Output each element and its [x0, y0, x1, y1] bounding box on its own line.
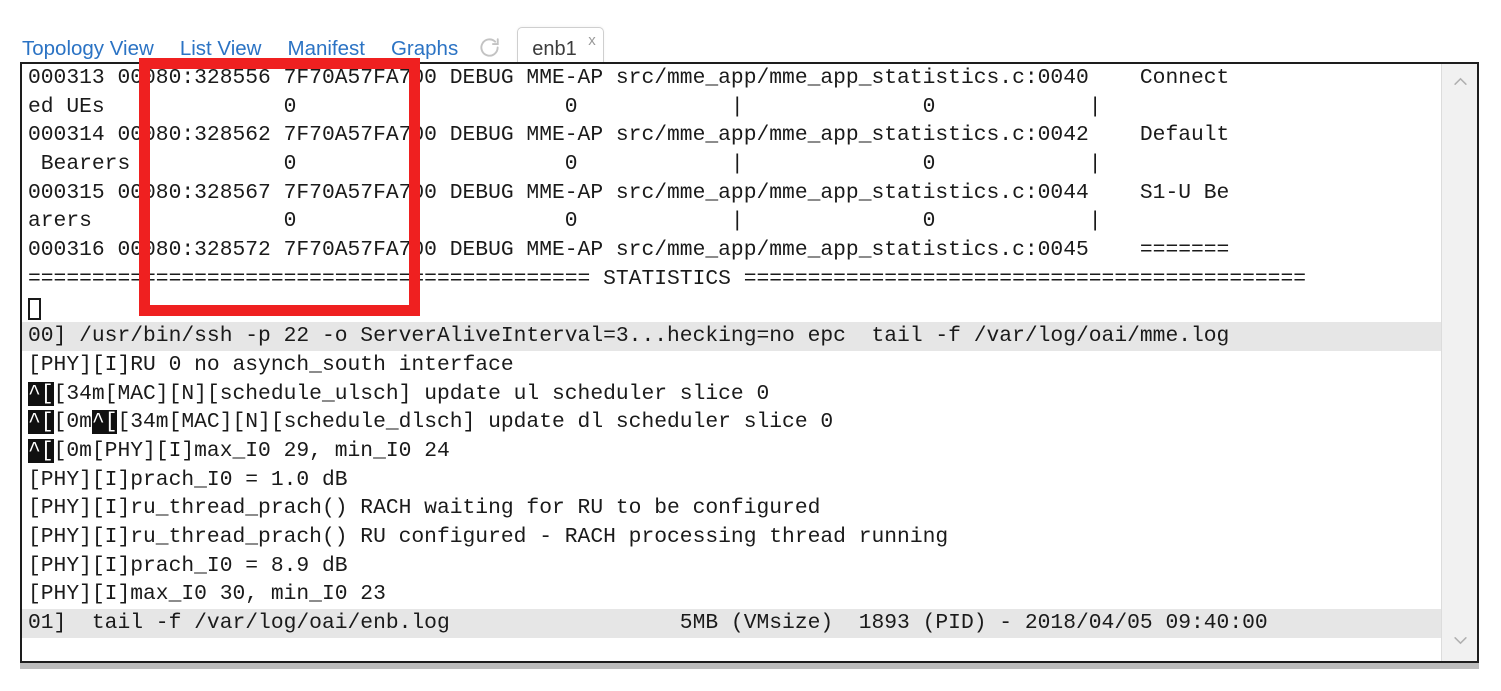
nav-manifest[interactable]: Manifest	[288, 36, 378, 61]
top-nav-bar: Topology View List View Manifest Graphs …	[0, 0, 1501, 71]
scroll-up-arrow[interactable]	[1442, 66, 1477, 96]
nav-graphs[interactable]: Graphs	[391, 36, 471, 61]
terminal-status-mme: 00] /usr/bin/ssh -p 22 -o ServerAliveInt…	[22, 322, 1443, 351]
text-cursor	[28, 297, 41, 320]
terminal-cursor-row	[22, 294, 1443, 323]
terminal-line: 000313 00080:328556 7F70A57FA700 DEBUG M…	[28, 66, 1230, 90]
refresh-icon[interactable]	[478, 36, 501, 59]
escape-marker: ^[	[28, 381, 54, 406]
terminal-pane-mme: 000313 00080:328556 7F70A57FA700 DEBUG M…	[22, 64, 1443, 351]
nav-topology-view[interactable]: Topology View	[22, 36, 167, 61]
terminal-line: ========================================…	[28, 266, 1307, 291]
tab-enb1-label: enb1	[532, 38, 577, 60]
terminal-line: 000314 00080:328562 7F70A57FA700 DEBUG M…	[28, 123, 1230, 148]
terminal-line: 000315 00080:328567 7F70A57FA700 DEBUG M…	[28, 180, 1230, 205]
terminal-line: [PHY][I]max_I0 30, min_I0 23	[28, 582, 386, 607]
nav-list-view[interactable]: List View	[180, 36, 275, 61]
nav-links-container: Topology View List View Manifest Graphs …	[22, 27, 604, 71]
terminal-line: ^[[0m^[[34m[MAC][N][schedule_dlsch] upda…	[28, 410, 834, 435]
terminal-line: ^[[34m[MAC][N][schedule_ulsch] update ul…	[28, 381, 770, 406]
vertical-scrollbar[interactable]	[1441, 64, 1477, 661]
escape-marker: ^[	[28, 410, 54, 435]
terminal-line: Bearers 0 0 | 0 |	[28, 152, 1102, 177]
horizontal-scrollbar[interactable]	[20, 663, 1479, 669]
terminal-status-enb: 01] tail -f /var/log/oai/enb.log 5MB (VM…	[22, 609, 1443, 638]
escape-marker: ^[	[91, 410, 118, 435]
terminal-pane-enb: [PHY][I]RU 0 no asynch_south interface ^…	[22, 351, 1443, 638]
terminal-line: [PHY][I]ru_thread_prach() RACH waiting f…	[28, 496, 821, 521]
close-icon[interactable]: x	[588, 33, 596, 48]
terminal-line: ^[[0m[PHY][I]max_I0 29, min_I0 24	[28, 438, 450, 463]
terminal-output[interactable]: 000313 00080:328556 7F70A57FA700 DEBUG M…	[22, 64, 1443, 661]
terminal-frame: 000313 00080:328556 7F70A57FA700 DEBUG M…	[20, 62, 1479, 663]
scroll-down-arrow[interactable]	[1442, 625, 1477, 655]
terminal-line: [PHY][I]RU 0 no asynch_south interface	[28, 352, 514, 377]
terminal-line: 000316 00080:328572 7F70A57FA700 DEBUG M…	[28, 238, 1230, 263]
terminal-line: [PHY][I]prach_I0 = 1.0 dB	[28, 467, 348, 492]
terminal-line: ed UEs 0 0 | 0 |	[28, 94, 1102, 119]
terminal-line: arers 0 0 | 0 |	[28, 209, 1102, 234]
terminal-line: [PHY][I]ru_thread_prach() RU configured …	[28, 525, 949, 549]
terminal-line: [PHY][I]prach_I0 = 8.9 dB	[28, 553, 348, 578]
escape-marker: ^[	[28, 438, 54, 463]
